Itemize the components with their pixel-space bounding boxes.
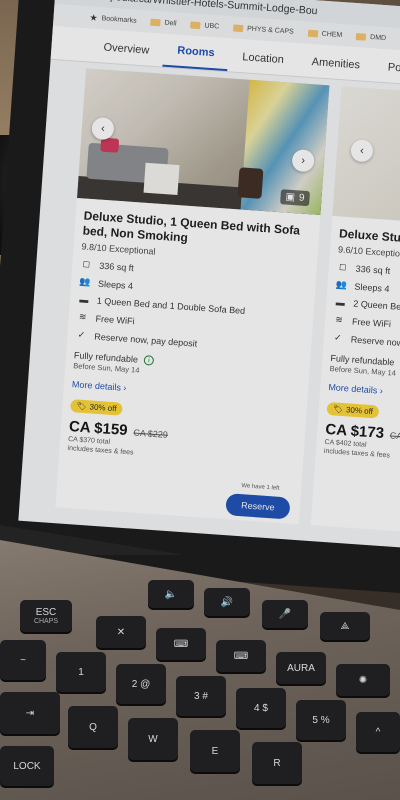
folder-icon (355, 32, 367, 41)
more-details-link[interactable]: More details › (328, 382, 400, 403)
reserve-button[interactable]: Reserve (225, 493, 291, 520)
room-card: ‹ › ▣ 9 Deluxe Studio, 1 Queen Bed with … (55, 68, 330, 525)
tag-icon: 🏷 (332, 404, 344, 415)
folder-icon (150, 18, 161, 26)
bookmark-item[interactable]: DMD (355, 32, 386, 42)
room-cards: ‹ › ▣ 9 Deluxe Studio, 1 Queen Bed with … (18, 60, 400, 547)
bookmark-item[interactable]: ★ Bookmarks (89, 12, 137, 26)
discount-badge: 🏷 30% off (326, 401, 380, 419)
key-6[interactable]: ^ (356, 712, 400, 752)
laptop-screen: expedia.ca/Whistler-Hotels-Summit-Lodge-… (18, 0, 400, 549)
availability-note: We have 1 left (241, 483, 280, 492)
caps-lock-key[interactable]: LOCK (0, 746, 54, 786)
check-icon: ✓ (333, 332, 342, 343)
key-3[interactable]: 3 # (176, 676, 226, 716)
photo-count-badge[interactable]: ▣ 9 (280, 189, 311, 207)
f1-key[interactable]: ✕ (96, 616, 146, 648)
f2-key[interactable]: ⌨ (156, 628, 206, 660)
tilde-key[interactable]: ~ (0, 640, 46, 680)
area-icon: ◻ (338, 261, 347, 272)
old-price: CA $229 (133, 427, 169, 440)
info-icon[interactable]: i (143, 355, 155, 366)
old-price: CA $249 (389, 430, 400, 442)
tab-key[interactable]: ⇥ (0, 692, 60, 734)
room-photo[interactable]: ‹ › ▣ 9 (76, 68, 330, 216)
bookmark-item[interactable]: UBC (190, 20, 219, 30)
mute-key[interactable]: 🔈 (148, 580, 194, 608)
rog-key[interactable]: ⟁ (320, 612, 370, 640)
mic-mute-key[interactable]: 🎤 (262, 600, 308, 628)
chevron-left-icon[interactable]: ‹ (350, 139, 374, 163)
key-4[interactable]: 4 $ (236, 688, 286, 728)
key-r[interactable]: R (252, 742, 302, 784)
star-icon: ★ (89, 11, 99, 23)
key-w[interactable]: W (128, 718, 178, 760)
key-2[interactable]: 2 @ (116, 664, 166, 704)
folder-icon (307, 29, 318, 37)
volume-up-key[interactable]: 🔊 (204, 588, 250, 616)
wifi-icon: ≋ (335, 314, 344, 325)
area-icon: ◻ (82, 258, 91, 270)
key-e[interactable]: E (190, 730, 240, 772)
gallery-icon: ▣ (285, 191, 296, 204)
feature-item: ✓ Reserve now, pay (331, 332, 400, 354)
esc-key[interactable]: ESC CHAPS (20, 600, 72, 632)
aura-key[interactable]: AURA (276, 652, 326, 684)
fan-key[interactable]: ✺ (336, 664, 390, 696)
check-icon: ✓ (77, 329, 86, 340)
room-photo[interactable]: ‹ (332, 86, 400, 229)
bed-icon: ▬ (335, 297, 346, 308)
bed-icon: ▬ (79, 294, 89, 306)
folder-icon (190, 20, 201, 29)
key-q[interactable]: Q (68, 706, 118, 748)
people-icon: 👥 (79, 276, 92, 288)
key-5[interactable]: 5 % (296, 700, 346, 740)
bookmark-item[interactable]: Dell (150, 18, 177, 27)
folder-icon (232, 23, 244, 32)
tab-rooms[interactable]: Rooms (162, 43, 229, 72)
tag-icon: 🏷 (76, 401, 87, 412)
people-icon: 👥 (335, 279, 348, 291)
chevron-left-icon[interactable]: ‹ (91, 116, 115, 141)
f3-key[interactable]: ⌨ (216, 640, 266, 672)
key-1[interactable]: 1 (56, 652, 106, 692)
discount-badge: 🏷 30% off (70, 399, 123, 416)
wifi-icon: ≋ (78, 311, 87, 322)
bookmark-item[interactable]: CHEM (307, 29, 342, 39)
bookmark-item[interactable]: PHYS & CAPS (232, 23, 294, 35)
